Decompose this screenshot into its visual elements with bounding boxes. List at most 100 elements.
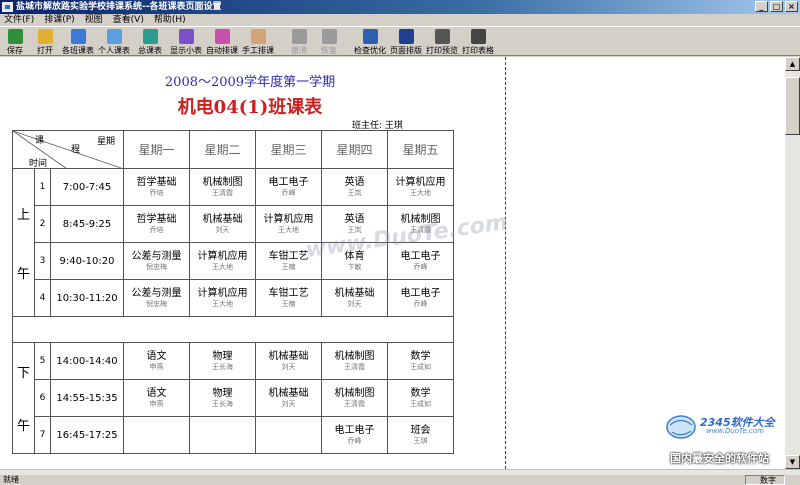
schedule-cell[interactable]: 车钳工艺 王楠 bbox=[255, 279, 322, 317]
toolbar-label: 显示小表 bbox=[170, 46, 202, 55]
window-title: 盐城市解放路实验学校排课系统--各班课表页面设置 bbox=[16, 2, 222, 12]
toolbar-button-printer[interactable]: 打印表格 bbox=[460, 27, 496, 56]
schedule-cell[interactable]: 哲学基础 乔培 bbox=[123, 205, 190, 243]
vertical-scrollbar[interactable]: ▲ ▼ bbox=[785, 57, 800, 469]
schedule-cell[interactable]: 哲学基础 乔培 bbox=[123, 168, 190, 206]
logo-url: www.DuoTe.com bbox=[706, 427, 764, 435]
period-time: 10:30-11:20 bbox=[50, 279, 124, 317]
subject-name: 车钳工艺 bbox=[268, 288, 309, 299]
toolbar-button-redo[interactable]: 恢复 bbox=[314, 27, 344, 56]
schedule-cell[interactable]: 英语 王岚 bbox=[321, 205, 388, 243]
subject-name: 机械制图 bbox=[400, 214, 441, 225]
schedule-cell[interactable]: 计算机应用 王大地 bbox=[387, 168, 454, 206]
maximize-button[interactable]: □ bbox=[770, 1, 783, 12]
day-header: 星期四 bbox=[321, 130, 388, 169]
schedule-cell[interactable]: 机械基础 刘天 bbox=[255, 379, 322, 417]
toolbar-label: 检查优化 bbox=[354, 46, 386, 55]
table-row: 4 10:30-11:20 公差与测量 倪忠梅 计算机应用 王大地 车钳工艺 王楠 机械基础 刘天… bbox=[13, 279, 454, 317]
schedule-cell[interactable]: 机械制图 王清霞 bbox=[321, 342, 388, 380]
schedule-cell[interactable] bbox=[189, 416, 256, 454]
schedule-cell[interactable]: 电工电子 乔峰 bbox=[321, 416, 388, 454]
schedule-cell[interactable]: 机械基础 刘天 bbox=[255, 342, 322, 380]
master-schedule-icon bbox=[142, 29, 158, 44]
schedule-cell[interactable]: 机械制图 王清霞 bbox=[321, 379, 388, 417]
schedule-cell[interactable]: 计算机应用 王大地 bbox=[189, 279, 256, 317]
auto-schedule-icon bbox=[214, 29, 230, 44]
toolbar-button-print-preview[interactable]: 打印预览 bbox=[424, 27, 460, 56]
menu-item[interactable]: 视图 bbox=[81, 14, 109, 26]
toolbar-button-auto-schedule[interactable]: 自动排课 bbox=[204, 27, 240, 56]
schedule-cell[interactable]: 计算机应用 王大地 bbox=[189, 242, 256, 280]
teacher-name: 申燕 bbox=[149, 400, 164, 408]
toolbar-button-magnifier[interactable]: 检查优化 bbox=[352, 27, 388, 56]
morning-label-top: 上 bbox=[16, 207, 30, 223]
schedule-cell[interactable]: 英语 王岚 bbox=[321, 168, 388, 206]
subject-name: 机械制图 bbox=[202, 177, 243, 188]
afternoon-label-cell: 下午 bbox=[12, 342, 35, 454]
teacher-name: 王楠 bbox=[281, 263, 296, 271]
schedule-cell[interactable]: 机械制图 王清霞 bbox=[189, 168, 256, 206]
toolbar-label: 个人课表 bbox=[98, 46, 130, 55]
toolbar-button-hand[interactable]: 手工排课 bbox=[240, 27, 276, 56]
schedule-cell[interactable]: 电工电子 乔峰 bbox=[255, 168, 322, 206]
teacher-name: 王楠 bbox=[281, 300, 296, 308]
schedule-cell[interactable]: 物理 王长海 bbox=[189, 379, 256, 417]
minimize-button[interactable]: _ bbox=[755, 1, 768, 12]
schedule-cell[interactable]: 语文 申燕 bbox=[123, 342, 190, 380]
toolbar-button-personal-schedule[interactable]: 个人课表 bbox=[96, 27, 132, 56]
save-icon bbox=[7, 29, 23, 44]
schedule-cell[interactable]: 班会 王琪 bbox=[387, 416, 454, 454]
period-time: 7:00-7:45 bbox=[50, 168, 124, 206]
toolbar-button-page-layout[interactable]: 页面排版 bbox=[388, 27, 424, 56]
toolbar-button-master-schedule[interactable]: 总课表 bbox=[132, 27, 168, 56]
class-schedule-icon bbox=[70, 29, 86, 44]
schedule-cell[interactable]: 体育 卞敏 bbox=[321, 242, 388, 280]
subject-name: 物理 bbox=[212, 388, 233, 399]
menu-item[interactable]: 文件(F) bbox=[0, 14, 40, 26]
scroll-thumb[interactable] bbox=[785, 77, 800, 135]
menu-item[interactable]: 帮助(H) bbox=[150, 14, 192, 26]
schedule-cell[interactable]: 计算机应用 王大地 bbox=[255, 205, 322, 243]
schedule-cell[interactable] bbox=[255, 416, 322, 454]
subject-name: 机械基础 bbox=[334, 288, 375, 299]
schedule-cell[interactable]: 机械基础 刘天 bbox=[189, 205, 256, 243]
schedule-cell[interactable] bbox=[123, 416, 190, 454]
schedule-cell[interactable]: 公差与测量 倪忠梅 bbox=[123, 279, 190, 317]
day-header: 星期二 bbox=[189, 130, 256, 169]
undo-icon bbox=[291, 29, 307, 44]
toolbar-button-mini-table[interactable]: 显示小表 bbox=[168, 27, 204, 56]
status-numlock: 数字 bbox=[745, 475, 785, 485]
toolbar-button-undo[interactable]: 撤消 bbox=[284, 27, 314, 56]
toolbar-button-open-folder[interactable]: 打开 bbox=[30, 27, 60, 56]
schedule-cell[interactable]: 机械制图 王清霞 bbox=[387, 205, 454, 243]
schedule-cell[interactable]: 机械基础 刘天 bbox=[321, 279, 388, 317]
close-button[interactable]: × bbox=[785, 1, 798, 12]
toolbar-button-class-schedule[interactable]: 各班课表 bbox=[60, 27, 96, 56]
schedule-cell[interactable]: 电工电子 乔峰 bbox=[387, 242, 454, 280]
corner-label-period: 程 bbox=[71, 145, 81, 155]
menu-item[interactable]: 排课(P) bbox=[40, 14, 80, 26]
schedule-cell[interactable]: 物理 王长海 bbox=[189, 342, 256, 380]
schedule-cell[interactable]: 车钳工艺 王楠 bbox=[255, 242, 322, 280]
schedule-cell[interactable]: 数学 王成如 bbox=[387, 342, 454, 380]
term-heading: 2008～2009学年度第一学期 bbox=[164, 75, 336, 90]
toolbar-button-save[interactable]: 保存 bbox=[0, 27, 30, 56]
subject-name: 公差与测量 bbox=[131, 251, 182, 262]
schedule-cell[interactable]: 数学 王成如 bbox=[387, 379, 454, 417]
toolbar-label: 打印预览 bbox=[426, 46, 458, 55]
redo-icon bbox=[321, 29, 337, 44]
menu-item[interactable]: 查看(V) bbox=[109, 14, 150, 26]
schedule-cell[interactable]: 公差与测量 倪忠梅 bbox=[123, 242, 190, 280]
period-number: 3 bbox=[34, 242, 51, 280]
schedule-cell[interactable]: 电工电子 乔峰 bbox=[387, 279, 454, 317]
subject-name: 计算机应用 bbox=[197, 288, 248, 299]
subject-name: 英语 bbox=[344, 214, 365, 225]
open-folder-icon bbox=[37, 29, 53, 44]
status-ready: 就绪 bbox=[3, 475, 19, 484]
teacher-name: 乔峰 bbox=[413, 263, 428, 271]
schedule-cell[interactable]: 语文 申燕 bbox=[123, 379, 190, 417]
scroll-up-arrow-icon[interactable]: ▲ bbox=[785, 57, 800, 71]
mini-table-icon bbox=[178, 29, 194, 44]
morning-label-cell: 上午 bbox=[12, 168, 35, 317]
teacher-name: 王大地 bbox=[410, 189, 431, 197]
